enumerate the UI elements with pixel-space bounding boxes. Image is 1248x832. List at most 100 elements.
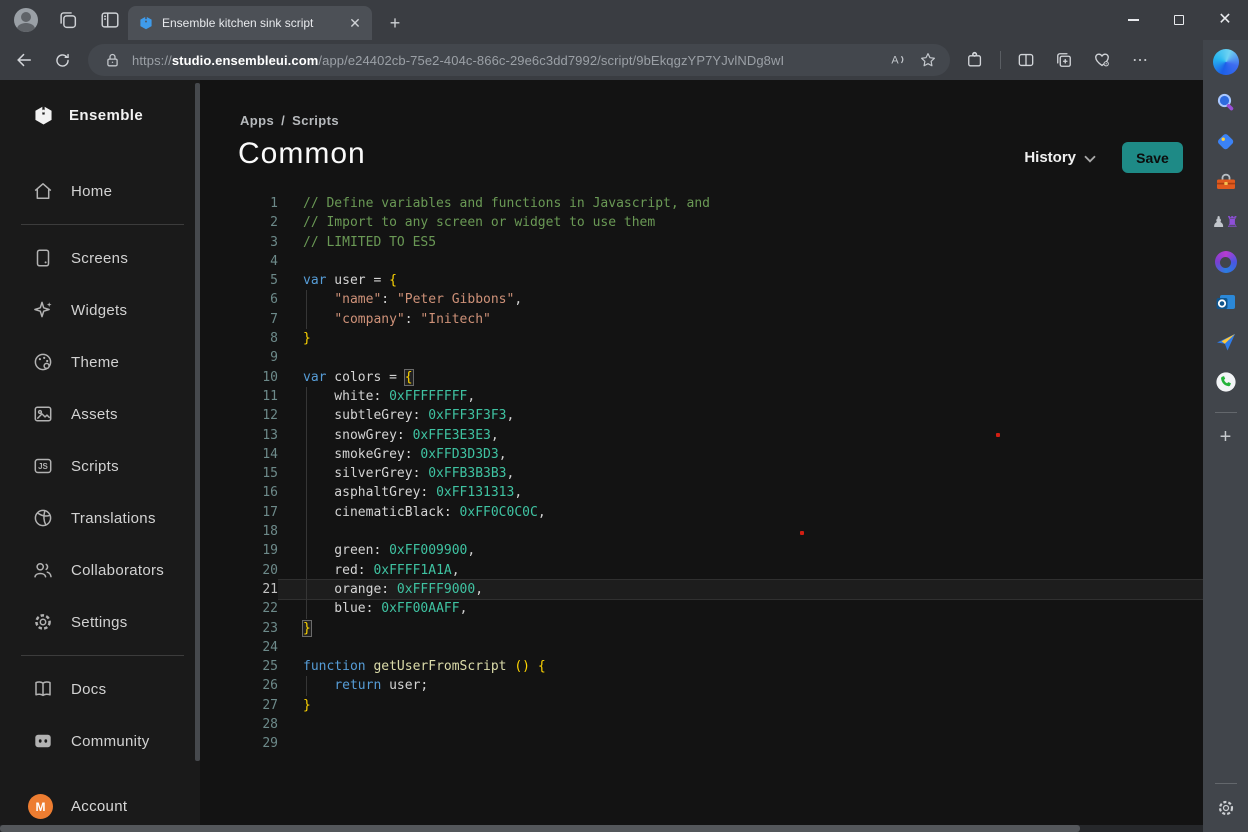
shopping-icon[interactable] (1212, 128, 1240, 156)
microsoft-365-icon[interactable] (1212, 248, 1240, 276)
split-screen-icon[interactable] (1013, 47, 1039, 73)
code-line[interactable]: 6 "name": "Peter Gibbons", (200, 290, 1203, 309)
code-line[interactable]: 7 "company": "Initech" (200, 310, 1203, 329)
code-line[interactable]: 19 green: 0xFF009900, (200, 541, 1203, 560)
code-line[interactable]: 3// LIMITED TO ES5 (200, 233, 1203, 252)
designer-icon[interactable] (1212, 328, 1240, 356)
search-icon[interactable] (1212, 88, 1240, 116)
line-number: 6 (200, 290, 278, 309)
line-number: 28 (200, 715, 278, 734)
code-line[interactable]: 29 (200, 734, 1203, 753)
sidebar-item-account[interactable]: M Account (28, 794, 127, 819)
tab-close-icon[interactable]: ✕ (346, 14, 364, 32)
community-icon (32, 730, 54, 752)
code-line[interactable]: 1// Define variables and functions in Ja… (200, 194, 1203, 213)
new-tab-button[interactable]: + (382, 10, 408, 36)
code-line[interactable]: 24 (200, 638, 1203, 657)
refresh-icon[interactable] (48, 46, 76, 74)
code-line[interactable]: 13 snowGrey: 0xFFE3E3E3, (200, 426, 1203, 445)
line-number: 24 (200, 638, 278, 657)
sidebar-item-collaborators[interactable]: Collaborators (0, 544, 200, 596)
sidebar-item-widgets[interactable]: Widgets (0, 284, 200, 336)
outlook-icon[interactable] (1212, 288, 1240, 316)
code-line[interactable]: 18 (200, 522, 1203, 541)
games-icon[interactable]: ♟♜ (1212, 208, 1240, 236)
code-line[interactable]: 21 orange: 0xFFFF9000, (200, 580, 1203, 599)
sidebar-item-label: Collaborators (71, 562, 164, 579)
tools-icon[interactable] (1212, 168, 1240, 196)
whatsapp-icon[interactable] (1212, 368, 1240, 396)
code-lines: 1// Define variables and functions in Ja… (200, 194, 1203, 754)
back-icon[interactable] (10, 46, 38, 74)
code-editor[interactable]: 1// Define variables and functions in Ja… (200, 194, 1203, 754)
rail-settings-icon[interactable] (1212, 794, 1240, 822)
code-line[interactable]: 23} (200, 619, 1203, 638)
code-line[interactable]: 5var user = { (200, 271, 1203, 290)
close-button[interactable]: ✕ (1202, 0, 1248, 40)
code-line[interactable]: 15 silverGrey: 0xFFB3B3B3, (200, 464, 1203, 483)
browser-essentials-icon[interactable] (1089, 47, 1115, 73)
code-line[interactable]: 22 blue: 0xFF00AAFF, (200, 599, 1203, 618)
collections-icon[interactable] (1051, 47, 1077, 73)
code-line[interactable]: 17 cinematicBlack: 0xFF0C0C0C, (200, 503, 1203, 522)
code-line[interactable]: 8} (200, 329, 1203, 348)
theme-icon (32, 351, 54, 373)
line-number: 4 (200, 252, 278, 271)
copilot-icon[interactable] (1212, 48, 1240, 76)
line-number: 5 (200, 271, 278, 290)
sidebar-item-translations[interactable]: Translations (0, 492, 200, 544)
line-code: // Import to any screen or widget to use… (278, 213, 1203, 232)
read-aloud-icon[interactable]: A (886, 48, 910, 72)
line-code: "name": "Peter Gibbons", (278, 290, 1203, 309)
code-line[interactable]: 28 (200, 715, 1203, 734)
line-code: // LIMITED TO ES5 (278, 233, 1203, 252)
collaborators-icon (32, 559, 54, 581)
maximize-button[interactable] (1156, 0, 1202, 40)
sidebar-item-theme[interactable]: Theme (0, 336, 200, 388)
extensions-icon[interactable] (962, 47, 988, 73)
code-line[interactable]: 14 smokeGrey: 0xFFD3D3D3, (200, 445, 1203, 464)
rail-add-icon[interactable]: + (1212, 423, 1240, 451)
vertical-tabs-icon[interactable] (98, 8, 122, 32)
code-line[interactable]: 20 red: 0xFFFF1A1A, (200, 561, 1203, 580)
line-code (278, 522, 1203, 541)
line-number: 14 (200, 445, 278, 464)
sidebar-item-label: Settings (71, 614, 128, 631)
history-dropdown[interactable]: History (1024, 149, 1096, 166)
sidebar-item-community[interactable]: Community (0, 715, 200, 767)
code-line[interactable]: 11 white: 0xFFFFFFFF, (200, 387, 1203, 406)
code-line[interactable]: 25function getUserFromScript () { (200, 657, 1203, 676)
horizontal-scrollbar-thumb[interactable] (0, 825, 1080, 832)
save-button[interactable]: Save (1122, 142, 1183, 173)
code-line[interactable]: 10var colors = { (200, 368, 1203, 387)
profile-icon[interactable] (14, 8, 38, 32)
edge-sidebar-rail: ♟♜ + (1203, 40, 1248, 832)
code-line[interactable]: 16 asphaltGrey: 0xFF131313, (200, 483, 1203, 502)
sidebar-item-assets[interactable]: Assets (0, 388, 200, 440)
minimize-button[interactable] (1110, 0, 1156, 40)
line-number: 23 (200, 619, 278, 638)
breadcrumb-apps[interactable]: Apps (240, 113, 274, 128)
breadcrumb-scripts[interactable]: Scripts (292, 113, 339, 128)
workspaces-icon[interactable] (56, 8, 80, 32)
code-line[interactable]: 2// Import to any screen or widget to us… (200, 213, 1203, 232)
code-line[interactable]: 9 (200, 348, 1203, 367)
code-line[interactable]: 12 subtleGrey: 0xFFF3F3F3, (200, 406, 1203, 425)
url-input[interactable]: https://studio.ensembleui.com/app/e24402… (88, 44, 950, 76)
code-line[interactable]: 27} (200, 696, 1203, 715)
browser-tab[interactable]: Ensemble kitchen sink script ✕ (128, 6, 372, 40)
sidebar-item-scripts[interactable]: JSScripts (0, 440, 200, 492)
sidebar-item-home[interactable]: Home (0, 165, 200, 217)
code-line[interactable]: 4 (200, 252, 1203, 271)
more-options-icon[interactable] (1127, 47, 1153, 73)
code-line[interactable]: 26 return user; (200, 676, 1203, 695)
sidebar-item-settings[interactable]: Settings (0, 596, 200, 648)
sidebar-item-screens[interactable]: Screens (0, 232, 200, 284)
favorite-star-icon[interactable] (916, 48, 940, 72)
line-number: 7 (200, 310, 278, 329)
line-code: function getUserFromScript () { (278, 657, 1203, 676)
line-code: var colors = { (278, 368, 1203, 387)
lock-icon[interactable] (100, 48, 124, 72)
horizontal-scrollbar[interactable] (0, 825, 1203, 832)
sidebar-item-docs[interactable]: Docs (0, 663, 200, 715)
